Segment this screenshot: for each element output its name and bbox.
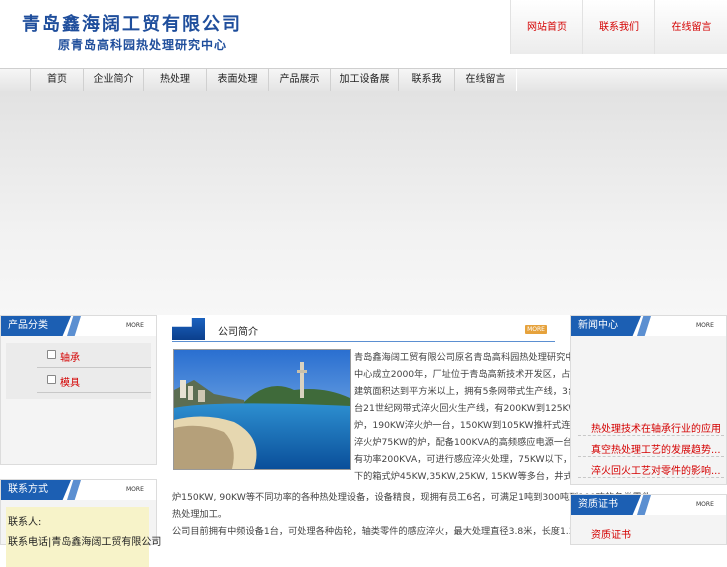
checkbox-icon[interactable] — [47, 375, 56, 384]
category-more-link[interactable]: MORE — [126, 321, 148, 330]
category-label[interactable]: 轴承 — [60, 349, 80, 364]
news-title[interactable]: 淬火回火工艺对零件的影响... — [591, 462, 721, 477]
news-item[interactable]: 真空热处理工艺的发展趋势... — [578, 437, 724, 457]
top-links: 网站首页 联系我们 在线留言 — [510, 0, 727, 54]
nav-item-equipment[interactable]: 加工设备展 — [330, 69, 399, 91]
banner-area — [0, 91, 727, 315]
news-title[interactable]: 热处理技术在轴承行业的应用 — [591, 420, 721, 435]
intro-text-line: 淬火炉75KW的炉，配备100KVA的高频感应电源一台， — [354, 437, 582, 448]
company-logo-name[interactable]: 青岛鑫海阔工贸有限公司 — [22, 10, 242, 36]
news-item[interactable]: 淬火回火工艺对零件的影响... — [578, 458, 724, 478]
contact-panel: 联系方式 MORE 联系人: 联系电话|青岛鑫海阔工贸有限公司 — [0, 479, 161, 567]
contact-panel-title: 联系方式 — [1, 480, 71, 500]
certificate-panel-header: 资质证书 MORE — [571, 495, 726, 515]
contact-person: 联系人: — [8, 517, 42, 528]
news-title[interactable]: 真空热处理工艺的发展趋势... — [591, 441, 721, 456]
nav-item-surface[interactable]: 表面处理 — [206, 69, 269, 91]
news-panel-header: 新闻中心 MORE — [571, 316, 726, 336]
contact-panel-header: 联系方式 MORE — [1, 480, 156, 500]
checkbox-icon[interactable] — [47, 350, 56, 359]
site-header: 青岛鑫海阔工贸有限公司 原青岛高科园热处理研究中心 网站首页 联系我们 在线留言 — [0, 0, 727, 68]
category-item[interactable]: 轴承 — [37, 344, 151, 368]
nav-item-home[interactable]: 首页 — [30, 69, 84, 91]
certificate-more-link[interactable]: MORE — [696, 500, 718, 509]
certificate-panel: 资质证书 MORE 资质证书 — [570, 494, 727, 545]
coastline-image — [174, 350, 350, 469]
category-panel: 产品分类 MORE 轴承 模具 — [0, 315, 157, 465]
intro-title: 公司简介 — [218, 327, 258, 338]
category-label[interactable]: 模具 — [60, 374, 80, 389]
category-panel-header: 产品分类 MORE — [1, 316, 156, 336]
company-logo-subtitle: 原青岛高科园热处理研究中心 — [58, 38, 228, 52]
news-item[interactable]: 热处理技术在轴承行业的应用 — [578, 416, 724, 436]
top-link-home[interactable]: 网站首页 — [510, 0, 583, 54]
nav-item-message[interactable]: 在线留言 — [454, 69, 517, 91]
nav-item-contact[interactable]: 联系我 — [398, 69, 455, 91]
news-more-link[interactable]: MORE — [696, 321, 718, 330]
contact-info-box: 联系人: 联系电话|青岛鑫海阔工贸有限公司 — [6, 507, 161, 567]
category-panel-title: 产品分类 — [1, 316, 71, 336]
certificate-link[interactable]: 资质证书 — [591, 526, 631, 541]
coastline-photo — [173, 349, 351, 470]
contact-phone: 联系电话|青岛鑫海阔工贸有限公司 — [8, 537, 162, 548]
intro-text-line: 炉，190KW淬火炉一台，150KW到105KW推杆式连续等温 — [354, 420, 598, 431]
news-panel-title: 新闻中心 — [571, 316, 641, 336]
intro-more-link[interactable]: MORE — [525, 325, 547, 334]
section-divider — [172, 341, 555, 342]
nav-item-heat-treatment[interactable]: 热处理 — [143, 69, 207, 91]
top-link-contact[interactable]: 联系我们 — [582, 0, 655, 54]
nav-item-products[interactable]: 产品展示 — [268, 69, 331, 91]
main-nav: 首页 企业简介 热处理 表面处理 产品展示 加工设备展 联系我 在线留言 — [0, 68, 727, 92]
intro-text-line: 热处理加工。 — [172, 509, 228, 520]
intro-text-line: 下的箱式炉45KW,35KW,25KW, 15KW等多台，井式回火 — [354, 471, 592, 482]
category-item[interactable]: 模具 — [37, 369, 151, 393]
section-bars-icon — [172, 318, 205, 340]
top-link-message[interactable]: 在线留言 — [654, 0, 727, 54]
contact-more-link[interactable]: MORE — [126, 485, 148, 494]
nav-item-about[interactable]: 企业简介 — [83, 69, 144, 91]
certificate-panel-title: 资质证书 — [571, 495, 641, 515]
